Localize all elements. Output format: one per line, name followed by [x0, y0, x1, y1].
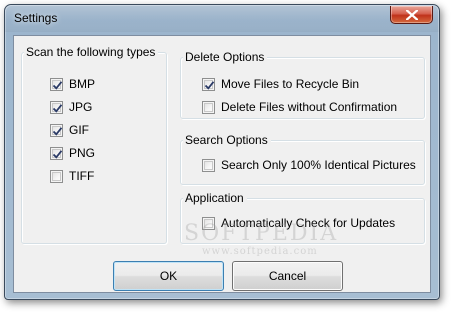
dialog-content: Scan the following types BMP JPG GIF PNG… [13, 35, 431, 293]
window-title: Settings [14, 11, 58, 25]
close-icon [406, 10, 418, 20]
identical-pictures-label: Search Only 100% Identical Pictures [221, 158, 416, 172]
checkmark-icon [52, 103, 63, 113]
application-group: Application Automatically Check for Upda… [180, 191, 425, 244]
search-options-group-label: Search Options [183, 133, 271, 147]
checkmark-icon [52, 126, 63, 136]
checkbox-box[interactable] [50, 146, 63, 160]
checkbox-box[interactable] [202, 77, 215, 91]
jpg-label: JPG [69, 100, 93, 114]
delete-without-confirmation-label: Delete Files without Confirmation [221, 100, 398, 114]
png-label: PNG [69, 146, 96, 160]
bmp-label: BMP [69, 77, 96, 91]
delete-options-group: Delete Options Move Files to Recycle Bin… [180, 50, 425, 119]
checkbox-box[interactable] [50, 123, 63, 137]
bmp-checkbox[interactable]: BMP [50, 76, 95, 92]
checkbox-box[interactable] [50, 169, 63, 183]
checkmark-icon [52, 149, 63, 159]
checkbox-box[interactable] [202, 216, 215, 230]
application-group-label: Application [183, 191, 247, 205]
checkmark-icon [204, 80, 215, 90]
checkbox-box[interactable] [202, 158, 215, 172]
tiff-checkbox[interactable]: TIFF [50, 168, 94, 184]
scan-types-group: Scan the following types BMP JPG GIF PNG… [21, 45, 167, 244]
move-to-recycle-bin-label: Move Files to Recycle Bin [221, 77, 360, 91]
delete-without-confirmation-checkbox[interactable]: Delete Files without Confirmation [202, 99, 397, 115]
gif-checkbox[interactable]: GIF [50, 122, 89, 138]
scan-types-group-label: Scan the following types [24, 45, 159, 59]
ok-button[interactable]: OK [113, 261, 224, 291]
checkbox-box[interactable] [50, 100, 63, 114]
png-checkbox[interactable]: PNG [50, 145, 95, 161]
title-bar[interactable]: Settings [5, 5, 439, 32]
check-updates-checkbox[interactable]: Automatically Check for Updates [202, 215, 395, 231]
cancel-button[interactable]: Cancel [232, 261, 343, 291]
identical-pictures-checkbox[interactable]: Search Only 100% Identical Pictures [202, 157, 416, 173]
search-options-group: Search Options Search Only 100% Identica… [180, 133, 425, 185]
checkmark-icon [52, 80, 63, 90]
delete-options-group-label: Delete Options [183, 50, 268, 64]
check-updates-label: Automatically Check for Updates [221, 216, 396, 230]
jpg-checkbox[interactable]: JPG [50, 99, 92, 115]
tiff-label: TIFF [69, 169, 95, 183]
watermark-url: www.softpedia.com [202, 246, 318, 257]
settings-window: Settings Scan the following types BMP JP… [4, 4, 440, 300]
close-button[interactable] [390, 6, 433, 24]
move-to-recycle-bin-checkbox[interactable]: Move Files to Recycle Bin [202, 76, 359, 92]
gif-label: GIF [69, 123, 89, 137]
checkbox-box[interactable] [50, 77, 63, 91]
checkbox-box[interactable] [202, 100, 215, 114]
